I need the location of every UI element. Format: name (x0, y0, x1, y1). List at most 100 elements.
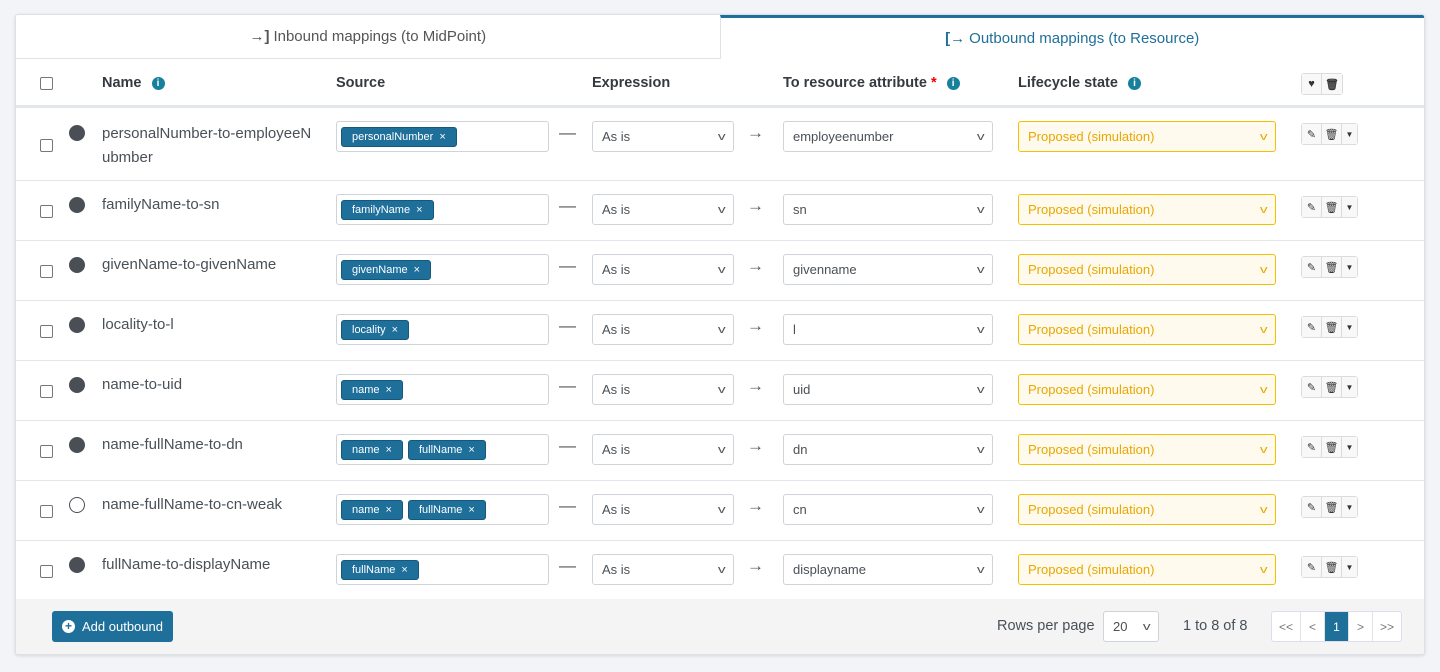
info-icon[interactable]: i (946, 77, 960, 90)
mapping-name[interactable]: name-fullName-to-cn-weak (102, 493, 317, 517)
row-checkbox[interactable] (40, 445, 53, 458)
row-checkbox[interactable] (40, 205, 53, 218)
lifecycle-select[interactable]: Proposed (simulation) v (1018, 434, 1276, 465)
tab-inbound[interactable]: →] Inbound mappings (to MidPoint) (16, 15, 720, 59)
target-attribute-select[interactable]: displayname v (783, 554, 993, 585)
edit-icon[interactable]: ✎ (1302, 317, 1322, 337)
caret-down-icon[interactable]: ▼ (1342, 197, 1357, 217)
lifecycle-select[interactable]: Proposed (simulation) v (1018, 194, 1276, 225)
remove-chip-icon[interactable]: × (401, 564, 407, 576)
expression-select[interactable]: As is v (592, 494, 734, 525)
mapping-name[interactable]: locality-to-l (102, 313, 317, 337)
heartbeat-icon[interactable]: ♥ (1302, 74, 1322, 94)
trash-icon[interactable]: 🗑 (1322, 437, 1342, 457)
source-input[interactable]: fullName × (336, 554, 549, 585)
remove-chip-icon[interactable]: × (392, 324, 398, 336)
caret-down-icon[interactable]: ▼ (1342, 497, 1357, 517)
expression-select[interactable]: As is v (592, 434, 734, 465)
chevron-down-icon: v (1259, 263, 1268, 276)
remove-chip-icon[interactable]: × (414, 264, 420, 276)
caret-down-icon[interactable]: ▼ (1342, 257, 1357, 277)
lifecycle-select[interactable]: Proposed (simulation) v (1018, 254, 1276, 285)
page-button[interactable]: < (1301, 612, 1326, 641)
row-checkbox[interactable] (40, 565, 53, 578)
page-button[interactable]: 1 (1325, 612, 1350, 641)
expression-select[interactable]: As is v (592, 194, 734, 225)
source-input[interactable]: name × fullName × (336, 494, 549, 525)
edit-icon[interactable]: ✎ (1302, 497, 1322, 517)
remove-chip-icon[interactable]: × (439, 131, 445, 143)
info-icon[interactable]: i (1127, 77, 1141, 90)
source-input[interactable]: name × (336, 374, 549, 405)
source-input[interactable]: name × fullName × (336, 434, 549, 465)
target-attribute-select[interactable]: employeenumber v (783, 121, 993, 152)
remove-chip-icon[interactable]: × (468, 444, 474, 456)
trash-icon[interactable]: 🗑 (1322, 557, 1342, 577)
tab-outbound[interactable]: [→ Outbound mappings (to Resource) (719, 15, 1424, 59)
trash-icon[interactable]: 🗑 (1322, 74, 1342, 94)
target-attribute-select[interactable]: sn v (783, 194, 993, 225)
mapping-name[interactable]: personalNumber-to-employeeNubmber (102, 122, 317, 170)
row-checkbox[interactable] (40, 139, 53, 152)
expression-select[interactable]: As is v (592, 554, 734, 585)
mapping-name[interactable]: fullName-to-displayName (102, 553, 317, 577)
expression-select[interactable]: As is v (592, 254, 734, 285)
mapping-name[interactable]: givenName-to-givenName (102, 253, 317, 277)
edit-icon[interactable]: ✎ (1302, 557, 1322, 577)
page-button[interactable]: << (1272, 612, 1302, 641)
expression-select[interactable]: As is v (592, 374, 734, 405)
caret-down-icon[interactable]: ▼ (1342, 124, 1357, 144)
edit-icon[interactable]: ✎ (1302, 124, 1322, 144)
page-button[interactable]: > (1349, 612, 1374, 641)
source-input[interactable]: familyName × (336, 194, 549, 225)
mapping-name[interactable]: familyName-to-sn (102, 193, 317, 217)
add-outbound-button[interactable]: + Add outbound (52, 611, 173, 642)
trash-icon[interactable]: 🗑 (1322, 317, 1342, 337)
target-attribute-select[interactable]: lv (783, 314, 993, 345)
lifecycle-select[interactable]: Proposed (simulation) v (1018, 121, 1276, 152)
source-input[interactable]: personalNumber × (336, 121, 549, 152)
lifecycle-select[interactable]: Proposed (simulation) v (1018, 374, 1276, 405)
mapping-name[interactable]: name-fullName-to-dn (102, 433, 317, 457)
trash-icon[interactable]: 🗑 (1322, 197, 1342, 217)
edit-icon[interactable]: ✎ (1302, 257, 1322, 277)
remove-chip-icon[interactable]: × (386, 504, 392, 516)
target-attribute-select[interactable]: uid v (783, 374, 993, 405)
target-attribute-select[interactable]: givenname v (783, 254, 993, 285)
row-checkbox[interactable] (40, 325, 53, 338)
caret-down-icon[interactable]: ▼ (1342, 317, 1357, 337)
trash-icon[interactable]: 🗑 (1322, 257, 1342, 277)
source-input[interactable]: locality × (336, 314, 549, 345)
source-input[interactable]: givenName × (336, 254, 549, 285)
remove-chip-icon[interactable]: × (386, 384, 392, 396)
edit-icon[interactable]: ✎ (1302, 437, 1322, 457)
lifecycle-select[interactable]: Proposed (simulation) v (1018, 554, 1276, 585)
target-attribute-select[interactable]: dn v (783, 434, 993, 465)
caret-down-icon[interactable]: ▼ (1342, 557, 1357, 577)
edit-icon[interactable]: ✎ (1302, 377, 1322, 397)
page-button[interactable]: >> (1373, 612, 1401, 641)
trash-icon[interactable]: 🗑 (1322, 377, 1342, 397)
chevron-down-icon: v (1259, 203, 1268, 216)
remove-chip-icon[interactable]: × (468, 504, 474, 516)
caret-down-icon[interactable]: ▼ (1342, 437, 1357, 457)
lifecycle-select[interactable]: Proposed (simulation) v (1018, 314, 1276, 345)
info-icon[interactable]: i (151, 77, 165, 90)
mapping-name[interactable]: name-to-uid (102, 373, 317, 397)
remove-chip-icon[interactable]: × (416, 204, 422, 216)
edit-icon[interactable]: ✎ (1302, 197, 1322, 217)
row-checkbox[interactable] (40, 265, 53, 278)
expression-select[interactable]: As is v (592, 121, 734, 152)
remove-chip-icon[interactable]: × (386, 444, 392, 456)
chevron-down-icon: v (976, 203, 985, 216)
caret-down-icon[interactable]: ▼ (1342, 377, 1357, 397)
select-all-checkbox[interactable] (40, 77, 53, 90)
row-checkbox[interactable] (40, 385, 53, 398)
rows-per-page-select[interactable]: 20 v (1103, 611, 1159, 642)
lifecycle-select[interactable]: Proposed (simulation) v (1018, 494, 1276, 525)
target-attribute-select[interactable]: cn v (783, 494, 993, 525)
expression-select[interactable]: As is v (592, 314, 734, 345)
trash-icon[interactable]: 🗑 (1322, 124, 1342, 144)
trash-icon[interactable]: 🗑 (1322, 497, 1342, 517)
row-checkbox[interactable] (40, 505, 53, 518)
